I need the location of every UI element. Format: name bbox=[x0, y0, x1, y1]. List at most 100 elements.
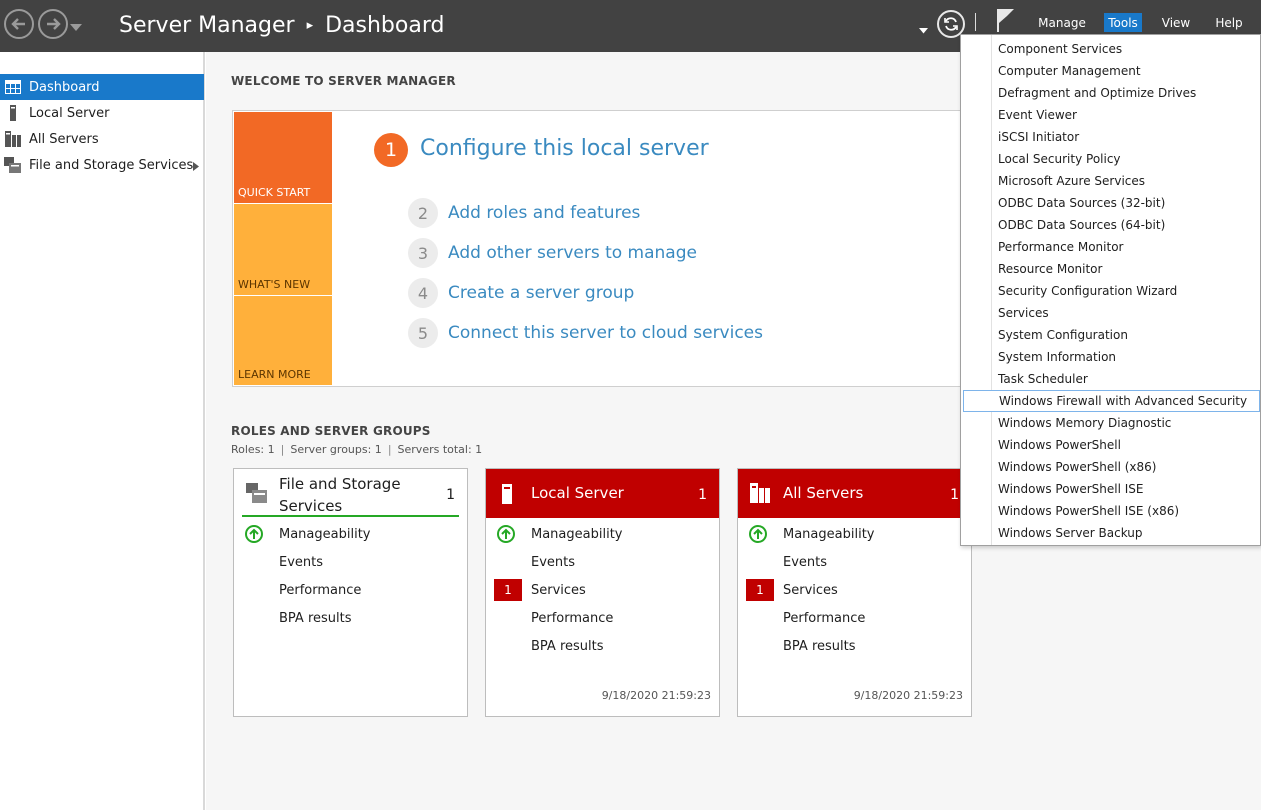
tools-item-task-scheduler[interactable]: Task Scheduler bbox=[961, 368, 1260, 390]
sidebar-item-all-servers[interactable]: All Servers bbox=[0, 126, 204, 152]
alert-count-badge: 1 bbox=[746, 579, 774, 601]
tools-item-local-security-policy[interactable]: Local Security Policy bbox=[961, 148, 1260, 170]
card-timestamp: 9/18/2020 21:59:23 bbox=[853, 689, 963, 702]
roles-heading: ROLES AND SERVER GROUPS bbox=[231, 424, 431, 438]
card-header[interactable]: Local Server 1 bbox=[486, 469, 719, 518]
alert-count-badge: 1 bbox=[494, 579, 522, 601]
tile-quick-start[interactable]: QUICK START bbox=[234, 112, 332, 203]
server-icon bbox=[502, 484, 512, 508]
tools-item-services[interactable]: Services bbox=[961, 302, 1260, 324]
card-title[interactable]: Local Server bbox=[531, 484, 624, 502]
sidebar: Dashboard Local Server All Servers File … bbox=[0, 52, 205, 810]
tools-item-powershell-ise-x86[interactable]: Windows PowerShell ISE (x86) bbox=[961, 500, 1260, 522]
tools-item-odbc-64[interactable]: ODBC Data Sources (64-bit) bbox=[961, 214, 1260, 236]
sidebar-item-label: File and Storage Services bbox=[29, 157, 194, 173]
tools-item-powershell-ise[interactable]: Windows PowerShell ISE bbox=[961, 478, 1260, 500]
status-ok-bar bbox=[242, 515, 459, 517]
tools-item-performance-monitor[interactable]: Performance Monitor bbox=[961, 236, 1260, 258]
card-row-services[interactable]: 1 Services bbox=[486, 576, 719, 604]
tools-item-server-backup[interactable]: Windows Server Backup bbox=[961, 522, 1260, 544]
configure-local-server-link[interactable]: Configure this local server bbox=[420, 136, 709, 161]
menu-manage[interactable]: Manage bbox=[1035, 13, 1089, 32]
role-card-all-servers[interactable]: All Servers 1 Manageability Events 1 Ser… bbox=[737, 468, 972, 717]
tools-item-defragment[interactable]: Defragment and Optimize Drives bbox=[961, 82, 1260, 104]
step-create-group[interactable]: 4 Create a server group bbox=[408, 278, 634, 308]
notification-flag-icon bbox=[997, 9, 1014, 32]
tools-item-event-viewer[interactable]: Event Viewer bbox=[961, 104, 1260, 126]
sidebar-item-label: Local Server bbox=[29, 105, 110, 121]
chevron-right-icon[interactable] bbox=[193, 160, 199, 175]
add-roles-link[interactable]: Add roles and features bbox=[448, 203, 640, 223]
row-label: Manageability bbox=[531, 526, 623, 542]
row-label: Manageability bbox=[783, 526, 875, 542]
tools-item-windows-firewall[interactable]: Windows Firewall with Advanced Security bbox=[963, 390, 1260, 412]
notifications-dropdown[interactable] bbox=[919, 19, 928, 38]
step-add-servers[interactable]: 3 Add other servers to manage bbox=[408, 238, 697, 268]
card-row-bpa-results[interactable]: BPA results bbox=[738, 632, 971, 660]
sidebar-item-dashboard[interactable]: Dashboard bbox=[0, 74, 204, 100]
tools-item-powershell-x86[interactable]: Windows PowerShell (x86) bbox=[961, 456, 1260, 478]
row-label: Services bbox=[531, 582, 586, 598]
tools-item-resource-monitor[interactable]: Resource Monitor bbox=[961, 258, 1260, 280]
card-row-bpa-results[interactable]: BPA results bbox=[234, 604, 467, 632]
back-arrow-icon bbox=[11, 18, 25, 30]
connect-cloud-link[interactable]: Connect this server to cloud services bbox=[448, 323, 763, 343]
sidebar-item-label: All Servers bbox=[29, 131, 99, 147]
tools-item-component-services[interactable]: Component Services bbox=[961, 38, 1260, 60]
card-row-manageability[interactable]: Manageability bbox=[234, 520, 467, 548]
storage-icon bbox=[246, 483, 268, 507]
chevron-down-icon bbox=[919, 28, 928, 34]
card-title[interactable]: All Servers bbox=[783, 484, 863, 502]
card-row-services[interactable]: 1 Services bbox=[738, 576, 971, 604]
tools-item-system-information[interactable]: System Information bbox=[961, 346, 1260, 368]
tools-item-memory-diagnostic[interactable]: Windows Memory Diagnostic bbox=[961, 412, 1260, 434]
row-label: Services bbox=[783, 582, 838, 598]
sidebar-item-local-server[interactable]: Local Server bbox=[0, 100, 204, 126]
card-row-manageability[interactable]: Manageability bbox=[486, 520, 719, 548]
tile-whats-new[interactable]: WHAT'S NEW bbox=[234, 204, 332, 295]
tools-item-computer-management[interactable]: Computer Management bbox=[961, 60, 1260, 82]
card-header[interactable]: All Servers 1 bbox=[738, 469, 971, 518]
tools-item-azure-services[interactable]: Microsoft Azure Services bbox=[961, 170, 1260, 192]
back-button[interactable] bbox=[4, 9, 34, 39]
tools-item-iscsi-initiator[interactable]: iSCSI Initiator bbox=[961, 126, 1260, 148]
card-row-events[interactable]: Events bbox=[486, 548, 719, 576]
up-arrow-ok-icon bbox=[244, 524, 264, 544]
card-row-events[interactable]: Events bbox=[738, 548, 971, 576]
step-number: 1 bbox=[374, 133, 408, 167]
role-card-local-server[interactable]: Local Server 1 Manageability Events 1 Se… bbox=[485, 468, 720, 717]
role-card-file-storage[interactable]: File and Storage Services 1 Manageabilit… bbox=[233, 468, 468, 717]
history-dropdown[interactable] bbox=[70, 17, 82, 36]
servers-icon bbox=[2, 131, 24, 147]
forward-button[interactable] bbox=[38, 9, 68, 39]
storage-icon bbox=[2, 157, 24, 173]
card-row-performance[interactable]: Performance bbox=[738, 604, 971, 632]
card-header[interactable]: File and Storage Services 1 bbox=[234, 469, 467, 518]
step-connect-cloud[interactable]: 5 Connect this server to cloud services bbox=[408, 318, 763, 348]
tile-learn-more[interactable]: LEARN MORE bbox=[234, 296, 332, 385]
sidebar-item-file-and-storage-services[interactable]: File and Storage Services bbox=[0, 152, 204, 178]
menu-help[interactable]: Help bbox=[1210, 13, 1248, 32]
server-groups-count: Server groups: 1 bbox=[290, 443, 382, 456]
create-server-group-link[interactable]: Create a server group bbox=[448, 283, 634, 303]
welcome-panel: QUICK START WHAT'S NEW LEARN MORE 1 Conf… bbox=[232, 110, 972, 387]
dropdown-icon bbox=[70, 24, 82, 31]
card-row-performance[interactable]: Performance bbox=[234, 576, 467, 604]
card-row-manageability[interactable]: Manageability bbox=[738, 520, 971, 548]
card-title[interactable]: File and Storage Services bbox=[279, 473, 429, 517]
notification-flag-button[interactable] bbox=[995, 7, 1017, 37]
up-arrow-ok-icon bbox=[748, 524, 768, 544]
add-servers-link[interactable]: Add other servers to manage bbox=[448, 243, 697, 263]
tools-item-security-config-wizard[interactable]: Security Configuration Wizard bbox=[961, 280, 1260, 302]
card-row-performance[interactable]: Performance bbox=[486, 604, 719, 632]
menu-tools[interactable]: Tools bbox=[1104, 13, 1142, 32]
menu-view[interactable]: View bbox=[1157, 13, 1195, 32]
forward-arrow-icon bbox=[47, 18, 61, 30]
card-row-events[interactable]: Events bbox=[234, 548, 467, 576]
tools-item-system-configuration[interactable]: System Configuration bbox=[961, 324, 1260, 346]
tools-item-odbc-32[interactable]: ODBC Data Sources (32-bit) bbox=[961, 192, 1260, 214]
tools-item-powershell[interactable]: Windows PowerShell bbox=[961, 434, 1260, 456]
step-add-roles[interactable]: 2 Add roles and features bbox=[408, 198, 640, 228]
separator: | bbox=[387, 443, 392, 456]
card-row-bpa-results[interactable]: BPA results bbox=[486, 632, 719, 660]
